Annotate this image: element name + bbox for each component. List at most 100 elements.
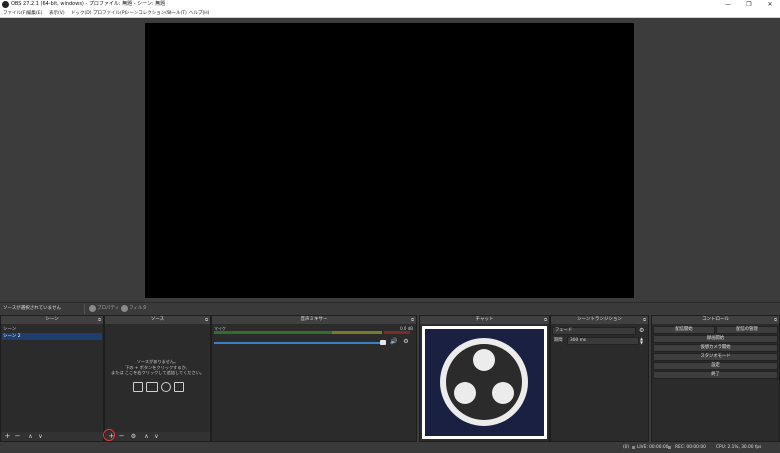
exit-button[interactable]: 終了 xyxy=(653,371,778,379)
highlight-circle xyxy=(103,429,115,441)
sources-list[interactable]: ソースがありません。 下の + ボタンをクリックするか、 または ここを右クリッ… xyxy=(105,324,210,441)
transition-type-row: フェード ⚙ xyxy=(552,327,646,335)
filter-icon xyxy=(121,305,128,312)
audio-mixer-dock: 音声ミキサー ⧉ マイク 0.0 dB 🔊 ⚙ xyxy=(211,315,417,442)
manage-stream-button[interactable]: 配信の管理 xyxy=(716,326,778,334)
sources-dock-header: ソース ⧉ xyxy=(105,316,210,324)
sources-toolbar: + − ⚙ ∧ ∨ xyxy=(105,432,210,441)
scenes-toolbar: + − ∧ ∨ xyxy=(1,432,103,441)
rec-indicator-icon xyxy=(668,446,671,449)
live-timer: LIVE: 00:00:00 xyxy=(637,445,669,450)
divider xyxy=(84,304,85,314)
scenes-list: シーン シーン 2 xyxy=(1,324,103,441)
maximize-button[interactable]: ❐ xyxy=(739,0,759,9)
volume-slider-handle[interactable] xyxy=(380,340,386,345)
transition-duration-row: 期間 300 ms ▲ ▼ xyxy=(552,337,646,345)
chat-body xyxy=(420,324,549,441)
menu-bar: ファイル(F) 編集(E) 表示(V) ドック(D) プロファイル(P) シーン… xyxy=(0,9,780,18)
studio-mode-button[interactable]: スタジオモード xyxy=(653,353,778,361)
minus-icon[interactable]: − xyxy=(117,432,126,441)
start-stream-button[interactable]: 配信開始 xyxy=(653,326,715,334)
plus-icon[interactable]: + xyxy=(3,432,12,441)
chat-dock-title: チャット xyxy=(475,317,494,322)
start-record-button[interactable]: 録画開始 xyxy=(653,335,778,343)
gear-icon[interactable]: ⚙ xyxy=(402,338,410,346)
dock-float-icon[interactable]: ⧉ xyxy=(774,317,777,323)
mixer-dock-title: 音声ミキサー xyxy=(300,317,328,322)
chevron-up-icon[interactable]: ∧ xyxy=(26,432,35,441)
duration-input[interactable]: 300 ms xyxy=(567,337,639,345)
sources-dock: ソース ⧉ ソースがありません。 下の + ボタンをクリックするか、 または こ… xyxy=(104,315,211,442)
menu-view[interactable]: 表示(V) xyxy=(49,10,65,17)
sources-dock-title: ソース xyxy=(150,317,165,322)
scenes-dock-header: シーン ⧉ xyxy=(1,316,103,324)
obs-logo-icon xyxy=(2,1,9,8)
minimize-button[interactable]: — xyxy=(718,0,738,9)
mixer-dock-header: 音声ミキサー ⧉ xyxy=(212,316,416,324)
no-source-label: ソースが選択されていません xyxy=(3,306,62,311)
sources-empty-message: ソースがありません。 下の + ボタンをクリックするか、 または ここを右クリッ… xyxy=(105,359,210,376)
dock-float-icon[interactable]: ⧉ xyxy=(411,317,414,323)
virtual-camera-button[interactable]: 仮想カメラ開始 xyxy=(653,344,778,352)
speaker-icon[interactable]: 🔊 xyxy=(390,338,398,346)
scene-item[interactable]: シーン xyxy=(2,326,102,333)
menu-help[interactable]: ヘルプ(H) xyxy=(189,10,209,17)
menu-dock[interactable]: ドック(D) xyxy=(71,10,91,17)
menu-scene-collection[interactable]: シーンコレクション(S) xyxy=(125,10,172,17)
title-bar: OBS 27.2.1 (64-bit, windows) - プロファイル: 無… xyxy=(0,0,780,9)
spin-down-icon[interactable]: ▼ xyxy=(640,341,643,345)
menu-file[interactable]: ファイル(F) xyxy=(3,10,27,17)
menu-tools[interactable]: ツール(T) xyxy=(167,10,187,17)
close-button[interactable]: ✕ xyxy=(760,0,780,9)
filters-button[interactable]: フィルタ xyxy=(121,304,147,313)
cpu-fps: CPU: 2.1%, 30.00 fps xyxy=(716,445,762,450)
minus-icon[interactable]: − xyxy=(13,432,22,441)
dock-float-icon[interactable]: ⧉ xyxy=(98,317,101,323)
preview-area xyxy=(0,18,780,302)
status-bar: (0) LIVE: 00:00:00 REC: 00:00:00 CPU: 2.… xyxy=(0,442,780,453)
dock-float-icon[interactable]: ⧉ xyxy=(205,317,208,323)
gear-icon xyxy=(89,305,96,312)
filters-label: フィルタ xyxy=(129,306,147,311)
rec-timer: REC: 00:00:00 xyxy=(675,445,706,450)
scene-item-selected[interactable]: シーン 2 xyxy=(2,333,102,340)
window-title: OBS 27.2.1 (64-bit, windows) - プロファイル: 無… xyxy=(11,1,166,7)
gear-icon[interactable]: ⚙ xyxy=(639,327,644,335)
chat-view[interactable] xyxy=(425,329,544,436)
meter-green-zone xyxy=(214,331,332,334)
meter-red-zone xyxy=(384,331,410,334)
meter-yellow-zone xyxy=(332,331,382,334)
globe-icon xyxy=(161,382,171,392)
image-icon xyxy=(133,382,143,392)
camera-icon xyxy=(174,382,184,392)
source-context-bar: ソースが選択されていません プロパティ フィルタ xyxy=(0,302,780,314)
volume-slider-track[interactable] xyxy=(214,342,384,344)
menu-profile[interactable]: プロファイル(P) xyxy=(93,10,126,17)
properties-label: プロパティ xyxy=(97,306,120,311)
live-indicator-icon xyxy=(632,446,635,449)
properties-button[interactable]: プロパティ xyxy=(89,304,119,313)
controls-dock-title: コントロール xyxy=(702,317,729,322)
transition-type-select[interactable]: フェード xyxy=(552,327,636,335)
obs-logo-icon xyxy=(440,338,528,426)
chat-dock-header: チャット ⧉ xyxy=(420,316,549,324)
transitions-body: フェード ⚙ 期間 300 ms ▲ ▼ xyxy=(551,324,648,441)
chevron-down-icon[interactable]: ∨ xyxy=(36,432,45,441)
preview-canvas[interactable] xyxy=(145,23,634,298)
source-type-icons xyxy=(133,382,193,392)
controls-body: 配信開始 配信の管理 録画開始 仮想カメラ開始 スタジオモード 設定 終了 xyxy=(652,324,779,441)
gear-icon[interactable]: ⚙ xyxy=(129,432,138,441)
scenes-dock-title: シーン xyxy=(45,317,59,322)
settings-button[interactable]: 設定 xyxy=(653,362,778,370)
chevron-up-icon[interactable]: ∧ xyxy=(142,432,151,441)
transitions-dock-title: シーントランジション xyxy=(577,317,622,322)
menu-edit[interactable]: 編集(E) xyxy=(27,10,42,17)
controls-dock: コントロール ⧉ 配信開始 配信の管理 録画開始 仮想カメラ開始 スタジオモード… xyxy=(651,315,780,442)
chevron-down-icon[interactable]: ∨ xyxy=(152,432,161,441)
transitions-dock-header: シーントランジション ⧉ xyxy=(551,316,648,324)
dock-float-icon[interactable]: ⧉ xyxy=(643,317,646,323)
sources-empty-line: または ここを右クリックして追加してください。 xyxy=(110,370,205,375)
mixer-body: マイク 0.0 dB 🔊 ⚙ xyxy=(212,324,416,441)
transitions-dock: シーントランジション ⧉ フェード ⚙ 期間 300 ms ▲ ▼ xyxy=(550,315,649,442)
dock-float-icon[interactable]: ⧉ xyxy=(544,317,547,323)
